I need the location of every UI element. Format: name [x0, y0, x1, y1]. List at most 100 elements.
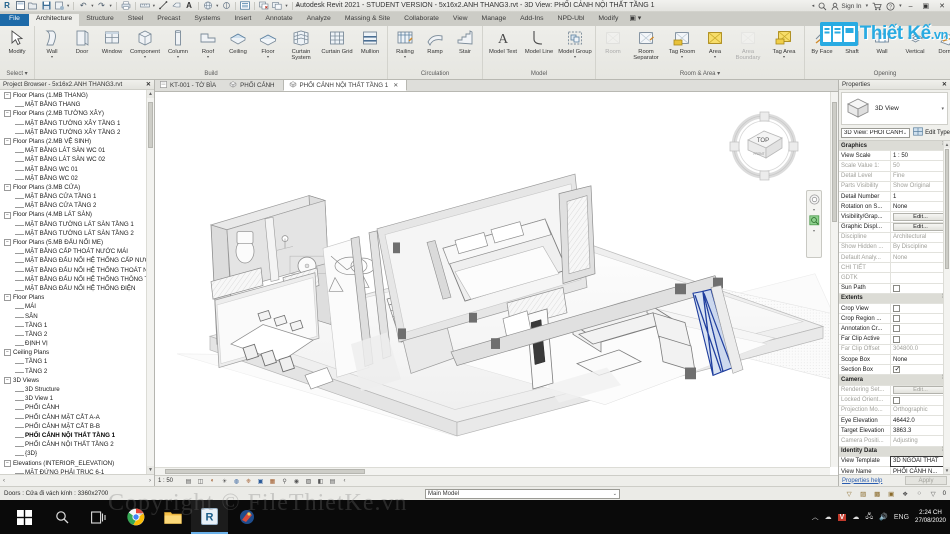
property-value[interactable]: 50 [891, 161, 950, 170]
chevron-down-icon[interactable]: ▾ [144, 55, 146, 59]
properties-row[interactable]: Detail Number 1 [839, 191, 950, 203]
navigation-bar[interactable]: ▾ ▾ [806, 190, 822, 258]
tree-group-10[interactable]: − Floor Plans (3.MB CỬA) [0, 183, 154, 192]
detail-level-icon[interactable]: ◫ [196, 477, 205, 486]
language-icon[interactable]: ENG [894, 514, 909, 521]
ribbon-button-mullion[interactable]: Mullion [355, 27, 385, 55]
ribbon-tab-architecture[interactable]: Architecture [28, 14, 80, 26]
tree-item-27[interactable]: ĐỊNH VỊ [0, 339, 154, 348]
properties-row[interactable]: Far Clip Offset 304800.0 [839, 344, 950, 355]
property-value[interactable]: 1 [891, 192, 950, 201]
view-tab-1[interactable]: PHỐI CẢNH [224, 80, 282, 91]
scroll-up-arrow[interactable]: ▲ [147, 90, 154, 98]
view-scale-icon[interactable]: ▤ [184, 477, 193, 486]
property-value[interactable]: None [891, 202, 950, 211]
property-value[interactable]: 46442.0 [891, 416, 950, 425]
ribbon-button-stair[interactable]: Stair [450, 27, 480, 55]
properties-row[interactable]: Scale Value 1: 50 [839, 161, 950, 172]
restore-button[interactable]: ▣ [920, 2, 933, 10]
ribbon-button-component[interactable]: Component ▾ [127, 27, 163, 59]
tree-item-32[interactable]: 3D Structure [0, 385, 154, 394]
tree-group-22[interactable]: − Floor Plans [0, 293, 154, 302]
tree-group-16[interactable]: − Floor Plans (5.MB ĐẤU NỐI ME) [0, 238, 154, 247]
3d-viewport[interactable]: TOP FRONT ▾ ▾ [155, 92, 838, 475]
property-value[interactable]: Architectural [891, 233, 950, 242]
tree-item-4[interactable]: MẶT BẰNG TƯỜNG XÂY TẦNG 2 [0, 128, 154, 137]
expand-collapse-icon[interactable]: − [4, 239, 11, 247]
properties-row[interactable]: Sun Path [839, 283, 950, 294]
properties-type-preview[interactable]: 3D View ▾ [841, 92, 948, 125]
properties-row[interactable]: Annotation Cr... [839, 324, 950, 335]
property-value[interactable]: 1 : 50 [891, 151, 950, 160]
scroll-up-arrow[interactable]: ▲ [944, 141, 950, 148]
scroll-right-arrow[interactable]: › [149, 478, 151, 484]
ribbon-tab-annotate[interactable]: Annotate [258, 14, 299, 26]
select-underlay-icon[interactable]: ❖ [901, 489, 910, 498]
ribbon-tab-npd-ubl[interactable]: NPD-Ubl [551, 14, 592, 26]
tree-item-41[interactable]: MẶT ĐỨNG PHẢI TRỤC 6-1 [0, 468, 154, 474]
scroll-down-arrow[interactable]: ▼ [944, 467, 950, 474]
ribbon-button-tag-room[interactable]: Tag Room ▾ [664, 27, 700, 59]
ribbon-tab-modify[interactable]: Modify [591, 14, 625, 26]
constraints-icon[interactable]: ‹ [340, 477, 349, 486]
ribbon-button-curtain-system[interactable]: Curtain System [283, 27, 319, 62]
tree-item-39[interactable]: {3D} [0, 449, 154, 458]
network-icon[interactable]: 🖧 [865, 512, 873, 523]
view-tab-0[interactable]: KT-001 - TỜ BÌA [155, 80, 224, 91]
scroll-left-arrow[interactable]: ‹ [3, 478, 5, 484]
switch-windows-icon[interactable] [272, 1, 282, 11]
tree-item-30[interactable]: TẦNG 2 [0, 367, 154, 376]
ribbon-button-area[interactable]: Area ▾ [700, 27, 730, 59]
ribbon-button-curtain-grid[interactable]: Curtain Grid [319, 27, 355, 55]
view-control-bar[interactable]: 1 : 50 ▤ ◫ ◐ ☀ ◍ ❈ ▣ ▦ ⚲ ◉ ▨ ◧ ▤ ‹ [155, 475, 838, 486]
task-view-icon[interactable] [80, 500, 117, 534]
tree-group-2[interactable]: − Floor Plans (2.MB TƯỜNG XÂY) [0, 109, 154, 118]
close-inactive-views-icon[interactable] [259, 1, 269, 11]
show-crop-region-icon[interactable]: ▦ [268, 477, 277, 486]
ribbon-button-ramp[interactable]: Ramp [420, 27, 450, 55]
tree-item-21[interactable]: MẶT BẰNG ĐẤU NỐI HỆ THỐNG ĐIỆN [0, 284, 154, 293]
tree-item-18[interactable]: MẶT BẰNG ĐẤU NỐI HỆ THỐNG CẤP NƯỚC [0, 256, 154, 265]
project-browser-body[interactable]: − Floor Plans (1.MB THANG) MẶT BẰNG THANG −… [0, 90, 154, 474]
minimize-button[interactable]: – [906, 3, 916, 10]
properties-row[interactable]: Crop Region ... [839, 314, 950, 325]
scroll-thumb[interactable] [148, 102, 153, 148]
properties-row[interactable]: Eye Elevation 46442.0 [839, 416, 950, 427]
volume-icon[interactable]: 🔊 [879, 513, 888, 521]
view-scale-label[interactable]: 1 : 50 [158, 478, 173, 484]
property-value[interactable]: Orthographic [891, 406, 950, 415]
tree-item-9[interactable]: MẶT BẰNG WC 02 [0, 174, 154, 183]
property-value[interactable]: 3D NGOAI THAT [890, 455, 950, 468]
expand-collapse-icon[interactable]: − [4, 92, 11, 100]
lock-3d-view-icon[interactable]: ⚲ [280, 477, 289, 486]
property-value[interactable]: 304800.0 [891, 345, 950, 354]
crop-view-icon[interactable]: ▣ [256, 477, 265, 486]
sign-in-button[interactable]: Sign In [831, 2, 862, 11]
edit-type-button[interactable]: Edit Type [913, 127, 950, 138]
search-icon[interactable] [43, 500, 80, 534]
properties-row[interactable]: View Scale 1 : 50 [839, 151, 950, 162]
ribbon-tab-steel[interactable]: Steel [121, 14, 151, 26]
chevron-down-icon[interactable]: ▾ [404, 55, 406, 59]
ribbon-tab-analyze[interactable]: Analyze [300, 14, 338, 26]
search-icon[interactable] [818, 2, 827, 11]
property-value[interactable]: Adjusting [891, 436, 950, 445]
help-icon[interactable]: ? [886, 2, 895, 11]
close-icon[interactable]: ✕ [146, 81, 151, 88]
tree-item-17[interactable]: MẶT BẰNG CẤP THOÁT NƯỚC MÁI [0, 247, 154, 256]
chevron-down-icon[interactable]: ▾ [574, 55, 576, 59]
property-value[interactable]: Show Original [891, 182, 950, 191]
properties-row[interactable]: Target Elevation 3863.3 [839, 426, 950, 437]
properties-row[interactable]: View Name PHỐI CẢNH N... [839, 467, 950, 474]
view-tab-2[interactable]: PHỐI CẢNH NỘI THẤT TẦNG 1 ✕ [282, 79, 408, 91]
taskbar-clock[interactable]: 2:24 CH 27/08/2020 [915, 509, 946, 525]
reveal-hidden-elements-icon[interactable]: ▨ [304, 477, 313, 486]
unikey-icon[interactable]: V [837, 513, 847, 521]
ribbon-button-model-text[interactable]: A Model Text [485, 27, 521, 55]
exclude-pinned-icon[interactable]: ▩ [873, 489, 882, 498]
ribbon-button-door[interactable]: Door [67, 27, 97, 55]
ribbon-button-railing[interactable]: Railing ▾ [390, 27, 420, 59]
properties-row[interactable]: Rotation on S... None [839, 202, 950, 213]
cart-icon[interactable] [872, 2, 882, 11]
properties-row[interactable]: GDTK [839, 273, 950, 284]
